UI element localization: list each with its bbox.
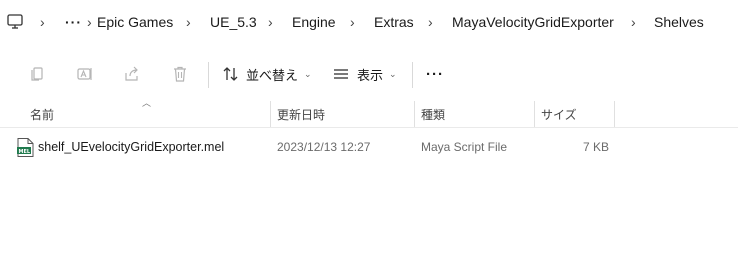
computer-icon[interactable] — [6, 13, 24, 31]
file-date: 2023/12/13 12:27 — [277, 140, 371, 154]
more-options-button[interactable]: ··· — [426, 60, 444, 88]
file-size: 7 KB — [583, 140, 610, 154]
svg-text:MEL: MEL — [19, 149, 31, 155]
chevron-right-icon: › — [428, 14, 433, 30]
rename-button[interactable] — [71, 60, 99, 88]
view-label: 表示 — [357, 67, 384, 83]
breadcrumb-item-mayavelocitygridexporter[interactable]: MayaVelocityGridExporter — [452, 0, 614, 44]
breadcrumb-item-extras[interactable]: Extras — [374, 0, 414, 44]
share-icon — [125, 66, 138, 81]
breadcrumb-item-shelves[interactable]: Shelves — [654, 0, 704, 44]
breadcrumb-item-epic-games[interactable]: Epic Games — [97, 0, 173, 44]
column-divider[interactable] — [270, 101, 271, 127]
view-list-icon — [334, 69, 348, 79]
chevron-down-icon: ⌄ — [389, 68, 397, 79]
chevron-right-icon: › — [87, 14, 92, 30]
rename-icon — [77, 68, 92, 80]
column-divider[interactable] — [614, 101, 615, 127]
file-name: shelf_UEvelocityGridExporter.mel — [38, 140, 225, 154]
file-row[interactable]: MEL shelf_UEvelocityGridExporter.mel 202… — [0, 134, 738, 160]
copy-icon — [31, 67, 43, 81]
breadcrumb-item-engine[interactable]: Engine — [292, 0, 336, 44]
file-type: Maya Script File — [421, 140, 508, 154]
chevron-right-icon: › — [268, 14, 273, 30]
chevron-right-icon: › — [350, 14, 355, 30]
column-header-size[interactable]: サイズ — [541, 101, 577, 127]
trash-icon — [174, 66, 186, 82]
share-button[interactable] — [118, 60, 146, 88]
command-bar: 並べ替え ⌄ 表示 ⌄ ··· — [0, 52, 738, 98]
chevron-right-icon: › — [40, 14, 45, 30]
delete-button[interactable] — [166, 60, 194, 88]
toolbar-divider — [208, 62, 209, 88]
column-header-name[interactable]: 名前 — [30, 101, 54, 127]
column-header-row: 名前 更新日時 種類 サイズ — [0, 101, 738, 128]
column-header-date[interactable]: 更新日時 — [277, 101, 325, 127]
address-bar: › ··· › Epic Games › UE_5.3 › Engine › E… — [0, 0, 738, 44]
view-button[interactable]: 表示 ⌄ — [332, 60, 397, 88]
breadcrumb-overflow-button[interactable]: ··· — [65, 0, 82, 44]
column-divider[interactable] — [414, 101, 415, 127]
chevron-down-icon: ⌄ — [304, 68, 312, 79]
breadcrumb-item-ue-5-3[interactable]: UE_5.3 — [210, 0, 257, 44]
sort-label: 並べ替え — [246, 67, 299, 83]
copy-button[interactable] — [23, 60, 51, 88]
column-divider[interactable] — [534, 101, 535, 127]
mel-file-icon: MEL — [17, 138, 34, 157]
column-header-type[interactable]: 種類 — [421, 101, 445, 127]
toolbar-divider — [412, 62, 413, 88]
sort-button[interactable]: 並べ替え ⌄ — [222, 60, 312, 88]
sort-icon — [223, 67, 238, 81]
chevron-right-icon: › — [186, 14, 191, 30]
chevron-right-icon: › — [631, 14, 636, 30]
